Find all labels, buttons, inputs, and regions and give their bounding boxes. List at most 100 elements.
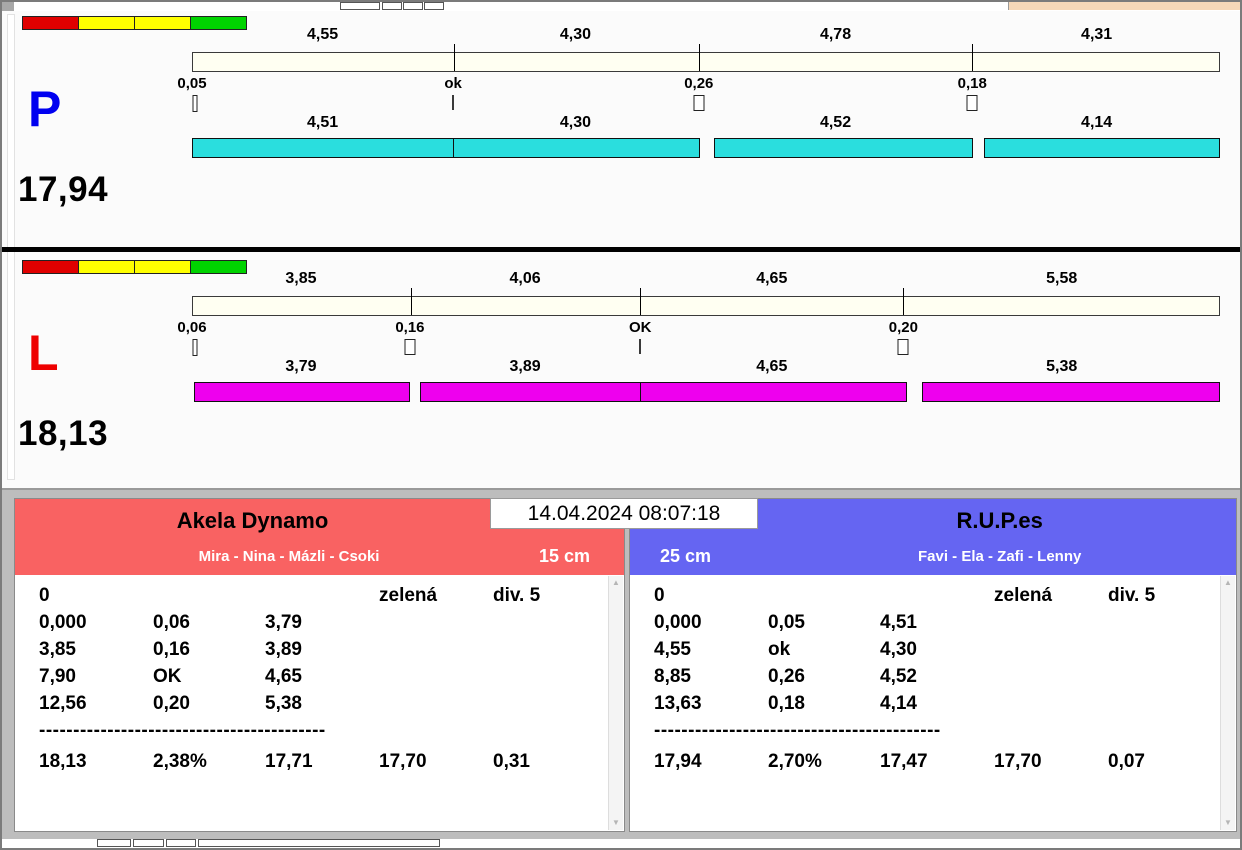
separator-line: ----------------------------------------… — [39, 720, 326, 741]
table-cell — [379, 612, 493, 639]
upper-segment-times: 4,55 4,30 4,78 4,31 — [192, 26, 1220, 44]
split-marker — [404, 339, 416, 355]
result-bar-segment — [192, 138, 455, 158]
segment-time: 4,78 — [819, 26, 852, 43]
split-diff-row: 0,05 ok 0,26 0,18 — [177, 75, 1220, 92]
scrollbar[interactable]: ▲ ▼ — [608, 576, 623, 830]
segment-time: 3,85 — [285, 270, 317, 287]
lane-letter: L — [28, 325, 59, 381]
scale-tick — [453, 44, 455, 71]
table-cell: 4,51 — [880, 612, 917, 633]
team-panel-left: Akela Dynamo Mira - Nina - Mázli - Csoki… — [14, 498, 625, 832]
table-cell: 4,52 — [880, 666, 917, 687]
table-cell: zelená — [994, 585, 1053, 606]
table-cell: div. 5 — [493, 585, 541, 606]
table-cell — [994, 612, 1108, 639]
scroll-down-icon[interactable]: ▼ — [609, 818, 623, 828]
height-class-badge: 25 cm — [660, 546, 712, 566]
window-corner-fragment — [2, 2, 14, 11]
table-cell: 0 — [654, 585, 665, 606]
table-cell: 17,71 — [265, 751, 313, 772]
scrollbar[interactable]: ▲ ▼ — [1220, 576, 1235, 830]
team-name: Akela Dynamo — [176, 508, 329, 533]
segment-time: 4,65 — [756, 358, 788, 375]
table-cell — [768, 585, 880, 612]
table-cell — [994, 639, 1108, 666]
bottom-window-edge — [2, 839, 1240, 848]
split-marker — [639, 339, 642, 354]
table-cell: 8,85 — [654, 666, 691, 687]
table-cell: 17,94 — [654, 751, 702, 772]
lane-p-panel: P 17,94 4,55 4,30 4,78 4,31 0,05 ok 0,26… — [14, 12, 1237, 247]
table-cell: 2,38% — [153, 751, 207, 772]
lane-l-panel: L 18,13 3,85 4,06 4,65 5,58 0,06 0,16 OK… — [14, 256, 1237, 486]
segment-time: 3,89 — [509, 358, 541, 375]
table-cell: 3,79 — [265, 612, 302, 633]
summary-row: 18,13 2,38% 17,71 17,70 0,31 — [39, 751, 624, 778]
separator-line: ----------------------------------------… — [654, 720, 941, 741]
split-marker — [192, 95, 198, 112]
result-bar-segment — [921, 382, 1220, 402]
summary-row: 17,94 2,70% 17,47 17,70 0,07 — [654, 751, 1236, 778]
scroll-up-icon[interactable]: ▲ — [609, 578, 623, 588]
table-cell: 12,56 — [39, 693, 87, 714]
result-bar-segment — [194, 382, 410, 402]
team-members: Mira - Nina - Mázli - Csoki — [198, 548, 380, 565]
table-row: 0 zelená div. 5 — [654, 585, 1236, 612]
result-bar-segment — [983, 138, 1220, 158]
table-cell: 0,20 — [153, 693, 190, 714]
scale-tick — [902, 288, 904, 315]
table-cell: 0,000 — [654, 612, 702, 633]
window-edge-fragment — [340, 2, 380, 10]
indicator-yellow-segment — [78, 16, 135, 30]
time-scale-bar — [192, 288, 1220, 316]
table-cell: 17,70 — [994, 751, 1042, 772]
segment-time: 4,31 — [1081, 26, 1113, 43]
lane-total-time: 17,94 — [18, 170, 109, 209]
segment-time: 4,65 — [756, 270, 788, 287]
table-cell — [994, 666, 1108, 693]
result-bar-segment — [714, 138, 974, 158]
lane-letter: P — [28, 81, 62, 137]
split-marker-row — [192, 95, 1220, 113]
lane-divider — [2, 247, 1240, 252]
timing-track: 3,85 4,06 4,65 5,58 0,06 0,16 OK 0,20 3,… — [177, 256, 1220, 486]
split-diff-label: 0,16 — [395, 319, 425, 336]
table-row: 3,85 0,16 3,89 — [39, 639, 624, 666]
table-cell: 4,65 — [265, 666, 302, 687]
table-cell: 0,26 — [768, 666, 805, 687]
result-bar — [192, 138, 1220, 158]
scroll-down-icon[interactable]: ▼ — [1221, 818, 1235, 828]
split-diff-label: 0,20 — [888, 319, 918, 336]
scale-tick — [698, 44, 700, 71]
results-table: 0 zelená div. 5 0,000 0,06 3,79 3,85 0,1… — [15, 575, 624, 831]
split-marker — [897, 339, 909, 355]
split-diff-label: OK — [628, 319, 652, 336]
table-cell: 0,06 — [153, 612, 190, 633]
indicator-yellow-segment — [78, 260, 135, 274]
split-diff-label: 0,26 — [684, 75, 714, 92]
top-window-edge — [2, 2, 1240, 11]
window-edge-fragment — [97, 839, 131, 847]
table-cell: 0,000 — [39, 612, 87, 633]
table-cell: 0,18 — [768, 693, 805, 714]
table-cell: 0,05 — [768, 612, 805, 633]
results-table: 0 zelená div. 5 0,000 0,05 4,51 4,55 ok — [630, 575, 1236, 831]
segment-time: 5,58 — [1046, 270, 1078, 287]
team-members: Favi - Ela - Zafi - Lenny — [917, 548, 1082, 565]
table-cell: OK — [153, 666, 182, 687]
result-bar — [192, 382, 1220, 402]
scroll-up-icon[interactable]: ▲ — [1221, 578, 1235, 588]
split-marker-row — [192, 339, 1220, 357]
segment-time: 4,14 — [1081, 114, 1113, 131]
table-cell: div. 5 — [1108, 585, 1156, 606]
table-cell: 7,90 — [39, 666, 76, 687]
table-cell — [1108, 612, 1208, 639]
split-marker — [693, 95, 705, 111]
indicator-yellow-segment-2 — [134, 16, 191, 30]
table-cell: 4,30 — [880, 639, 917, 660]
table-row: 0,000 0,06 3,79 — [39, 612, 624, 639]
split-marker — [452, 95, 455, 110]
split-diff-label: ok — [444, 75, 462, 92]
table-cell — [379, 693, 493, 720]
